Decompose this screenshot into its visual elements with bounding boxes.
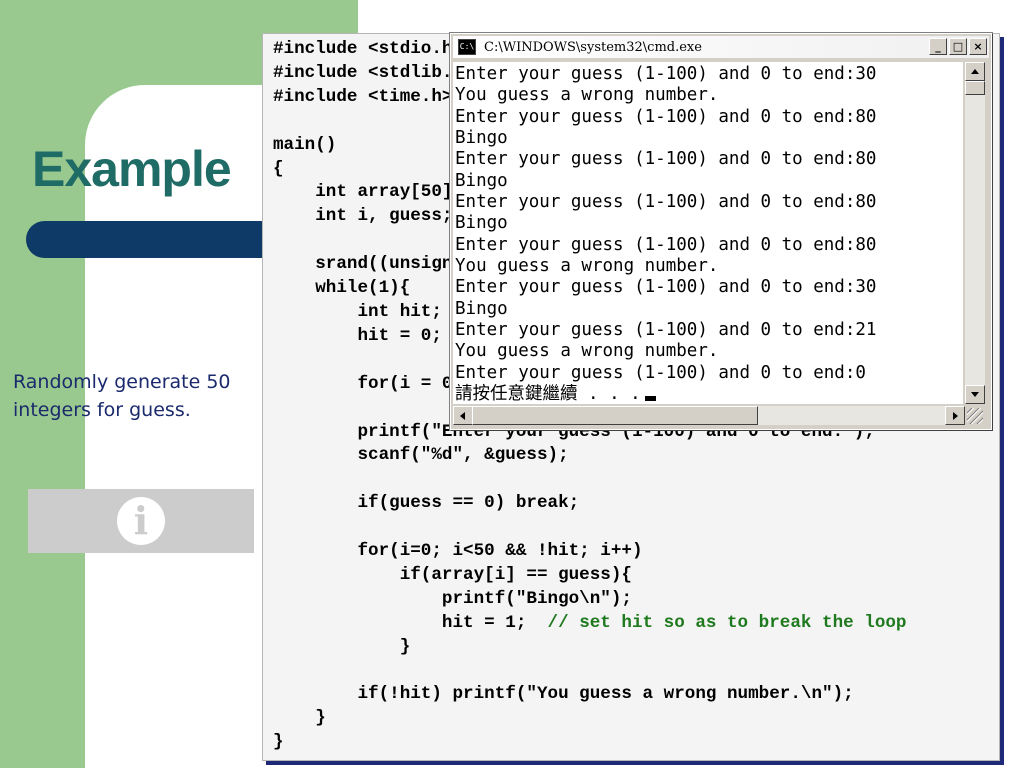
console-screen[interactable]: Enter your guess (1-100) and 0 to end:30… bbox=[453, 62, 963, 404]
console-line: Enter your guess (1-100) and 0 to end:80 bbox=[455, 234, 877, 255]
console-line: You guess a wrong number. bbox=[455, 256, 719, 277]
cmd-window: C:\ C:\WINDOWS\system32\cmd.exe _ □ × En… bbox=[450, 33, 992, 430]
code-line: } bbox=[273, 732, 284, 753]
code-line: if(guess == 0) break; bbox=[273, 493, 580, 514]
info-button[interactable]: i bbox=[28, 489, 254, 553]
console-prompt: 請按任意鍵繼續 . . . bbox=[455, 384, 641, 404]
console-line: Bingo bbox=[455, 170, 508, 191]
console-line: Enter your guess (1-100) and 0 to end:80 bbox=[455, 192, 877, 213]
code-line: } bbox=[273, 636, 411, 657]
maximize-button[interactable]: □ bbox=[949, 38, 967, 55]
window-controls: _ □ × bbox=[929, 38, 987, 55]
code-line: if(array[i] == guess){ bbox=[273, 564, 632, 585]
code-line: int array[50]; bbox=[273, 182, 464, 203]
code-line: if(!hit) printf("You guess a wrong numbe… bbox=[273, 684, 854, 705]
info-icon: i bbox=[117, 497, 165, 545]
scroll-right-button[interactable] bbox=[945, 406, 965, 425]
close-button[interactable]: × bbox=[969, 38, 987, 55]
code-line: int i, guess; bbox=[273, 206, 453, 227]
horizontal-scroll-thumb[interactable] bbox=[472, 406, 758, 425]
console-line: Enter your guess (1-100) and 0 to end:80 bbox=[455, 106, 877, 127]
resize-grip[interactable] bbox=[967, 408, 983, 424]
console-line: Enter your guess (1-100) and 0 to end:80 bbox=[455, 149, 877, 170]
code-line: scanf("%d", &guess); bbox=[273, 445, 569, 466]
code-line: main() bbox=[273, 134, 337, 155]
code-line: #include <stdio.h> bbox=[273, 39, 464, 59]
console-line: Enter your guess (1-100) and 0 to end:0 bbox=[455, 362, 866, 383]
minimize-button[interactable]: _ bbox=[929, 38, 947, 55]
scroll-left-button[interactable] bbox=[453, 406, 473, 425]
console-line: Bingo bbox=[455, 298, 508, 319]
console-line: Enter your guess (1-100) and 0 to end:30 bbox=[455, 277, 877, 298]
console-line: 請按任意鍵繼續 . . . bbox=[455, 384, 656, 404]
vertical-scroll-thumb[interactable] bbox=[965, 81, 985, 95]
code-line: } bbox=[273, 708, 326, 729]
console-line: Enter your guess (1-100) and 0 to end:21 bbox=[455, 320, 877, 341]
arrow-down-icon bbox=[971, 392, 979, 397]
code-line: printf("Bingo\n"); bbox=[273, 588, 632, 609]
code-line: #include <stdlib.h> bbox=[273, 62, 474, 83]
console-output: Enter your guess (1-100) and 0 to end:30… bbox=[453, 62, 963, 404]
scroll-up-button[interactable] bbox=[965, 62, 985, 81]
scroll-down-button[interactable] bbox=[965, 385, 985, 404]
text-cursor bbox=[644, 396, 656, 402]
horizontal-scrollbar[interactable] bbox=[453, 406, 965, 425]
code-line: { bbox=[273, 158, 284, 179]
code-line: hit = 0; bbox=[273, 325, 442, 346]
console-line: You guess a wrong number. bbox=[455, 85, 719, 106]
console-line: Bingo bbox=[455, 213, 508, 234]
cmd-icon: C:\ bbox=[458, 39, 476, 55]
vertical-scrollbar[interactable] bbox=[965, 62, 985, 404]
cmd-window-title: C:\WINDOWS\system32\cmd.exe bbox=[484, 39, 702, 55]
code-line: hit = 1; // set hit so as to break the l… bbox=[273, 612, 907, 633]
arrow-left-icon bbox=[460, 412, 465, 420]
console-line: Bingo bbox=[455, 128, 508, 149]
console-line: Enter your guess (1-100) and 0 to end:30 bbox=[455, 64, 877, 84]
code-line: while(1){ bbox=[273, 278, 411, 299]
console-line: You guess a wrong number. bbox=[455, 341, 719, 362]
slide-caption: Randomly generate 50 integers for guess. bbox=[13, 371, 231, 421]
code-line: int hit; bbox=[273, 301, 442, 322]
arrow-right-icon bbox=[953, 412, 958, 420]
code-line: for(i=0; i<50 && !hit; i++) bbox=[273, 541, 643, 562]
slide-title: Example bbox=[32, 141, 232, 197]
arrow-up-icon bbox=[971, 69, 979, 74]
code-line: #include <time.h> bbox=[273, 86, 453, 107]
cmd-titlebar[interactable]: C:\ C:\WINDOWS\system32\cmd.exe _ □ × bbox=[453, 36, 989, 58]
code-comment: // set hit so as to break the loop bbox=[547, 612, 907, 633]
